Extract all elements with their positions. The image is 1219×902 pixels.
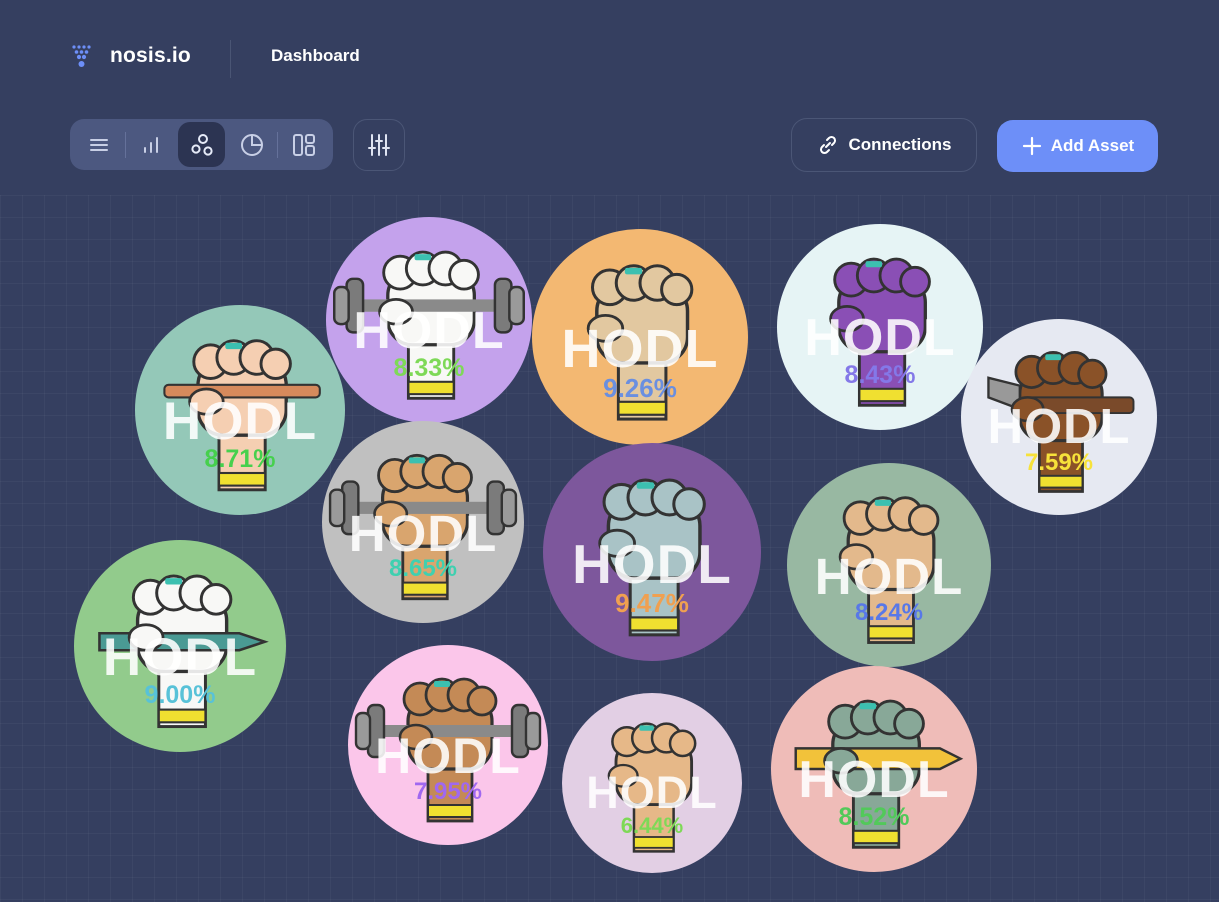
connections-label: Connections — [848, 135, 952, 154]
page-title: Dashboard — [271, 46, 360, 65]
asset-label: HODL — [102, 628, 258, 687]
asset-bubble[interactable]: HODL 9.26% — [532, 229, 748, 445]
asset-percent: 9.26% — [603, 373, 677, 403]
pie-chart-icon — [241, 133, 264, 156]
asset-percent: 8.43% — [844, 361, 916, 389]
filter-button[interactable] — [353, 119, 405, 171]
asset-label: HODL — [804, 309, 956, 367]
asset-label: HODL — [561, 319, 719, 379]
asset-label: HODL — [375, 728, 521, 784]
header-divider — [230, 40, 231, 78]
asset-bubble[interactable]: HODL 8.43% — [777, 224, 983, 430]
asset-label: HODL — [814, 548, 964, 605]
asset-bubble[interactable]: HODL 8.52% — [771, 666, 977, 872]
asset-label: HODL — [586, 767, 718, 818]
plus-icon — [1022, 136, 1041, 156]
list-icon — [90, 138, 109, 151]
asset-label: HODL — [798, 751, 950, 809]
asset-label: HODL — [162, 392, 318, 451]
brand-name: nosis.io — [110, 44, 191, 67]
connections-button[interactable]: Connections — [791, 118, 977, 172]
bubble-view-button[interactable] — [178, 122, 225, 167]
asset-percent: 8.24% — [854, 599, 924, 626]
asset-percent: 8.52% — [838, 803, 910, 831]
brand-logo[interactable]: nosis.io — [68, 40, 191, 72]
asset-bubble[interactable]: HODL 8.65% — [322, 421, 524, 623]
asset-bubble[interactable]: HODL 8.24% — [787, 463, 991, 667]
asset-percent: 8.71% — [204, 445, 276, 473]
add-asset-button[interactable]: Add Asset — [997, 120, 1158, 172]
asset-bubble[interactable]: HODL 7.95% — [348, 645, 548, 845]
top-bar: nosis.io Dashboard — [0, 0, 1219, 110]
asset-percent: 6.44% — [620, 813, 684, 838]
asset-bubble[interactable]: HODL 8.71% — [135, 305, 345, 515]
bar-chart-icon — [143, 136, 158, 153]
asset-percent: 8.65% — [388, 555, 458, 582]
bubbles-icon — [190, 133, 213, 156]
link-icon — [819, 135, 836, 155]
asset-label: HODL — [987, 400, 1131, 454]
asset-bubble[interactable]: HODL 8.33% — [326, 217, 532, 423]
pie-view-button[interactable] — [227, 122, 278, 167]
list-view-button[interactable] — [74, 122, 125, 167]
grid-view-button[interactable] — [278, 122, 329, 167]
asset-bubble[interactable]: HODL 9.00% — [74, 540, 286, 752]
bar-view-button[interactable] — [126, 122, 177, 167]
nosis-logo-icon — [72, 45, 91, 67]
asset-bubble[interactable]: HODL 6.44% — [562, 693, 742, 873]
layout-icon — [292, 133, 315, 156]
asset-percent: 9.47% — [615, 588, 689, 618]
asset-label: HODL — [353, 302, 505, 360]
sliders-icon — [368, 134, 390, 156]
view-switcher — [70, 119, 333, 170]
asset-percent: 8.33% — [393, 354, 465, 382]
add-asset-label: Add Asset — [1050, 136, 1135, 155]
asset-label: HODL — [572, 533, 732, 595]
asset-bubble[interactable]: HODL 9.47% — [543, 443, 761, 661]
asset-percent: 7.95% — [413, 778, 483, 805]
asset-percent: 9.00% — [144, 681, 216, 709]
